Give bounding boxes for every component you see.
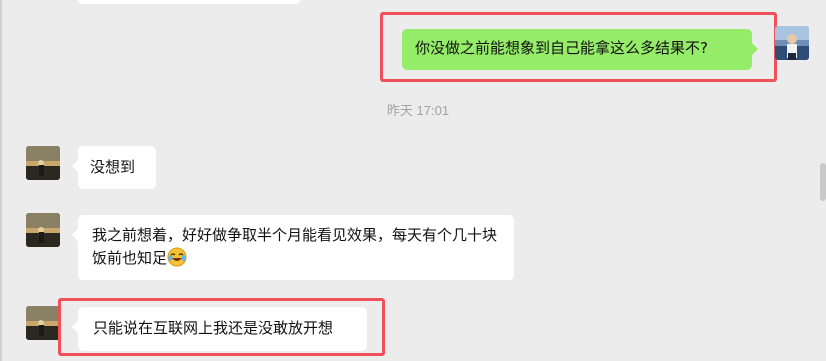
message-text: 没想到	[90, 158, 136, 176]
self-avatar[interactable]	[775, 26, 809, 60]
chat-window: 你没做之前能想象到自己能拿这么多结果不? 昨天 17:01 没想到 我之前想着，…	[0, 0, 826, 361]
message-text: 只能说在互联网上我还是没敢放开想	[93, 319, 334, 337]
scrollbar-thumb[interactable]	[820, 163, 826, 201]
previous-message-bubble	[78, 0, 300, 4]
user-avatar-contact-icon	[26, 146, 60, 180]
user-avatar-contact-icon	[26, 213, 60, 247]
window-edge	[0, 0, 2, 361]
message-timestamp: 昨天 17:01	[386, 103, 450, 118]
message-bubble-incoming[interactable]: 我之前想着，好好做争取半个月能看见效果，每天有个几十块饭前也知足	[72, 215, 514, 280]
user-avatar-self-icon	[775, 26, 809, 60]
message-text: 你没做之前能想象到自己能拿这么多结果不?	[415, 39, 708, 57]
message-bubble-incoming[interactable]: 只能说在互联网上我还是没敢放开想	[72, 307, 367, 351]
contact-avatar[interactable]	[26, 146, 60, 180]
message-bubble-outgoing[interactable]: 你没做之前能想象到自己能拿这么多结果不?	[402, 29, 758, 70]
user-avatar-contact-icon	[26, 306, 60, 340]
message-text: 我之前想着，好好做争取半个月能看见效果，每天有个几十块饭前也知足	[92, 226, 498, 267]
laughing-crying-emoji-icon	[167, 247, 187, 267]
contact-avatar[interactable]	[26, 213, 60, 247]
contact-avatar[interactable]	[26, 306, 60, 340]
message-bubble-incoming[interactable]: 没想到	[72, 146, 156, 189]
